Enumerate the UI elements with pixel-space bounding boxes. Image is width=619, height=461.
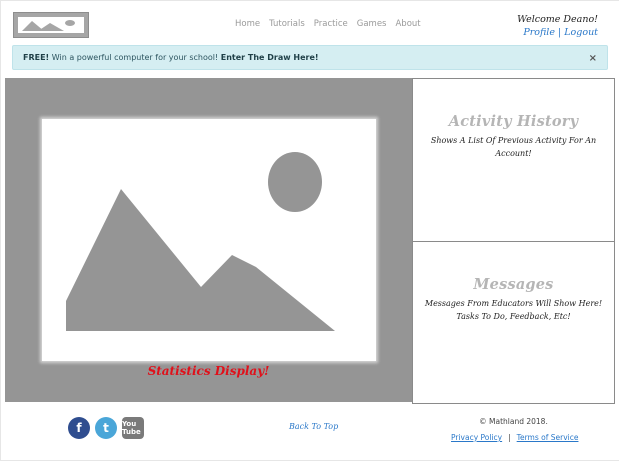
enter-draw-link[interactable]: Enter The Draw Here!: [221, 53, 319, 62]
statistics-label: Statistics Display!: [147, 364, 270, 378]
logo-image-placeholder: [18, 17, 84, 33]
nav-practice[interactable]: Practice: [314, 19, 348, 29]
nav-about[interactable]: About: [395, 19, 420, 29]
main-nav: Home Tutorials Practice Games About: [235, 19, 421, 29]
terms-of-service-link[interactable]: Terms of Service: [517, 433, 579, 442]
user-welcome: Welcome Deano! Profile | Logout: [517, 13, 598, 39]
close-icon[interactable]: ×: [589, 53, 597, 64]
social-links: f t You Tube: [68, 417, 144, 439]
account-links: Profile | Logout: [517, 26, 598, 39]
image-placeholder-icon: [22, 20, 75, 31]
image-placeholder-icon: [66, 152, 335, 331]
statistics-image-placeholder: [42, 119, 376, 361]
activity-history-title: Activity History: [448, 113, 579, 130]
footer-links-separator: |: [508, 433, 511, 442]
alert-free-label: FREE!: [23, 53, 50, 62]
privacy-policy-link[interactable]: Privacy Policy: [451, 433, 502, 442]
nav-tutorials[interactable]: Tutorials: [269, 19, 305, 29]
activity-history-description: Shows A List Of Previous Activity For An…: [430, 136, 597, 158]
twitter-icon[interactable]: t: [95, 417, 117, 439]
back-to-top-link[interactable]: Back To Top: [289, 422, 338, 431]
messages-title: Messages: [473, 276, 554, 293]
messages-description: Messages From Educators Will Show Here! …: [424, 299, 603, 321]
account-links-separator: |: [558, 27, 562, 38]
statistics-panel: Statistics Display!: [5, 78, 412, 402]
youtube-icon[interactable]: You Tube: [122, 417, 144, 439]
nav-games[interactable]: Games: [357, 19, 387, 29]
promo-alert: FREE! Win a powerful computer for your s…: [12, 45, 608, 70]
page: Home Tutorials Practice Games About Welc…: [0, 0, 619, 461]
nav-home[interactable]: Home: [235, 19, 260, 29]
copyright-text: © Mathland 2018.: [479, 417, 548, 426]
alert-text: Win a powerful computer for your school!: [49, 53, 221, 62]
messages-panel: Messages Messages From Educators Will Sh…: [412, 241, 615, 404]
activity-history-panel: Activity History Shows A List Of Previou…: [412, 78, 615, 242]
facebook-icon[interactable]: f: [68, 417, 90, 439]
profile-link[interactable]: Profile: [523, 27, 555, 38]
site-logo[interactable]: [13, 12, 89, 38]
logout-link[interactable]: Logout: [564, 27, 598, 38]
footer-links: Privacy Policy | Terms of Service: [451, 433, 578, 442]
welcome-text: Welcome Deano!: [517, 14, 598, 25]
